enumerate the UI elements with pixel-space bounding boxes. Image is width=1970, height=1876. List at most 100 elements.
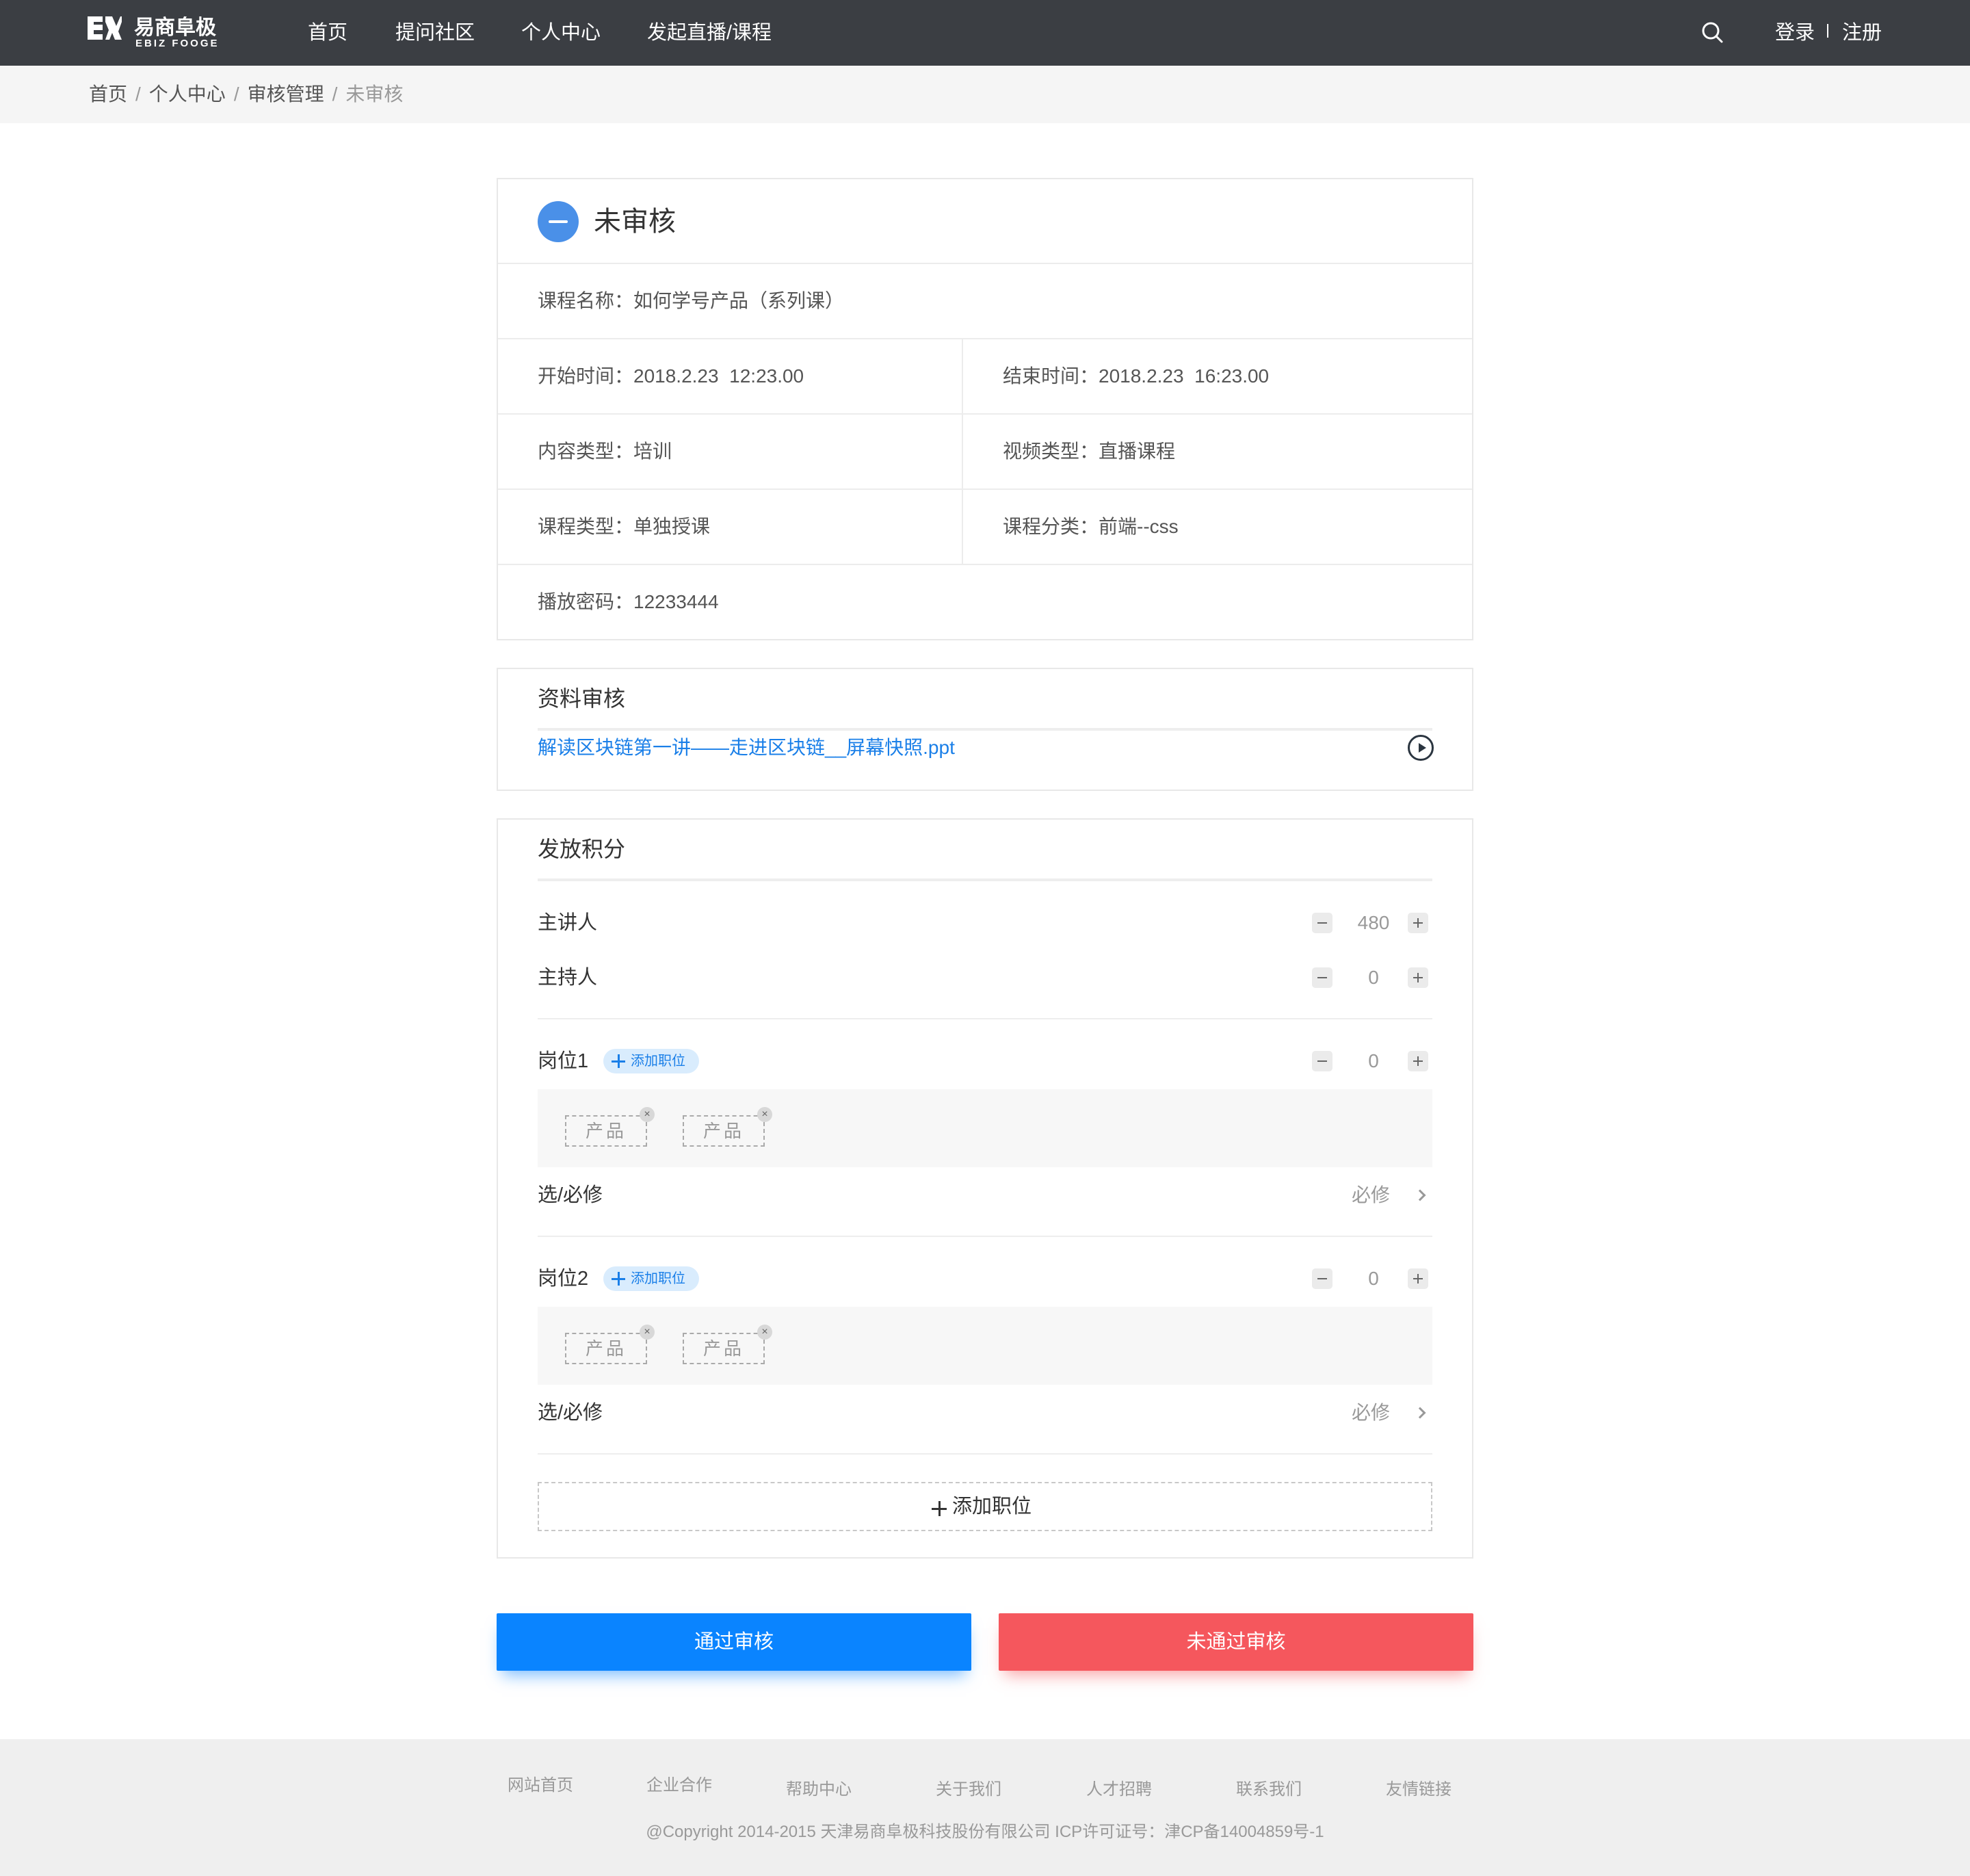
- start-time-field: 开始时间：2018.2.23 12:23.00: [538, 339, 804, 413]
- close-icon[interactable]: ×: [640, 1107, 655, 1122]
- brand-name-en: EBIZ FOOGE: [135, 38, 220, 49]
- section-divider: [538, 728, 1432, 731]
- course-name-label: 课程名称：: [538, 290, 634, 311]
- position-1-decrement-button[interactable]: [1312, 1051, 1332, 1071]
- section-divider: [538, 878, 1432, 881]
- add-position-button[interactable]: 添加职位: [538, 1482, 1432, 1531]
- position-2-required-select[interactable]: 必修: [1352, 1396, 1390, 1430]
- video-type-field: 视频类型：直播课程: [1003, 415, 1175, 488]
- speaker-increment-button[interactable]: [1408, 913, 1428, 933]
- brand-logo[interactable]: 易商阜极 EBIZ FOOGE: [88, 16, 231, 49]
- breadcrumb-bar: 首页 / 个人中心 / 审核管理 / 未审核: [0, 66, 1970, 123]
- close-icon[interactable]: ×: [757, 1325, 772, 1340]
- chevron-right-icon[interactable]: [1414, 1407, 1426, 1419]
- nav-personal-center[interactable]: 个人中心: [521, 0, 601, 66]
- minus-icon: [1317, 977, 1327, 978]
- position-2-points-value[interactable]: 0: [1346, 1268, 1401, 1289]
- plus-icon: [612, 1272, 625, 1286]
- status-title: 未审核: [594, 207, 676, 237]
- login-link[interactable]: 登录: [1775, 0, 1815, 66]
- info-row-password: 播放密码：12233444: [498, 565, 1472, 640]
- breadcrumb-review-management[interactable]: 审核管理: [248, 83, 324, 105]
- speaker-points-value[interactable]: 480: [1346, 913, 1401, 933]
- host-increment-button[interactable]: [1408, 967, 1428, 988]
- position-1-required-label: 选/必修: [538, 1184, 603, 1206]
- footer-link-contact[interactable]: 联系我们: [1236, 1776, 1302, 1803]
- minus-icon: [1317, 1060, 1327, 1062]
- footer-link-help[interactable]: 帮助中心: [786, 1776, 852, 1803]
- approve-button[interactable]: 通过审核: [497, 1613, 971, 1671]
- section-divider: [538, 1018, 1432, 1019]
- plus-icon: [932, 1501, 947, 1516]
- position-2-increment-button[interactable]: [1408, 1268, 1428, 1289]
- position-2-label: 岗位2: [538, 1268, 589, 1290]
- position-2-required-label: 选/必修: [538, 1402, 603, 1424]
- column-divider: [962, 415, 963, 488]
- position-1-points-value[interactable]: 0: [1346, 1051, 1401, 1071]
- end-time-label: 结束时间：: [1003, 365, 1099, 387]
- material-file-link[interactable]: 解读区块链第一讲——走进区块链__屏幕快照.ppt: [538, 732, 955, 764]
- column-divider: [962, 490, 963, 564]
- section-divider: [538, 1236, 1432, 1237]
- position-tag: 产品: [565, 1115, 647, 1147]
- close-icon[interactable]: ×: [640, 1325, 655, 1340]
- speaker-decrement-button[interactable]: [1312, 913, 1332, 933]
- position-1-increment-button[interactable]: [1408, 1051, 1428, 1071]
- position-2-add-tag-button[interactable]: 添加职位: [603, 1266, 699, 1291]
- play-password-label: 播放密码：: [538, 591, 634, 612]
- host-decrement-button[interactable]: [1312, 967, 1332, 988]
- plus-icon: [612, 1054, 625, 1068]
- points-title: 发放积分: [538, 837, 626, 861]
- position-1-tag-area: 产品 × 产品 ×: [538, 1089, 1432, 1167]
- minus-icon: [1317, 922, 1327, 924]
- minus-icon: [1317, 1278, 1327, 1279]
- course-info-card: 未审核 课程名称：如何学号产品（系列课） 开始时间：2018.2.23 12:2…: [497, 178, 1473, 640]
- breadcrumb-home[interactable]: 首页: [89, 83, 127, 105]
- section-divider: [538, 1453, 1432, 1455]
- position-1-add-tag-button[interactable]: 添加职位: [603, 1049, 699, 1073]
- content-type-value: 培训: [633, 441, 672, 462]
- column-divider: [962, 339, 963, 413]
- info-row-course-name: 课程名称：如何学号产品（系列课）: [498, 264, 1472, 339]
- required-value: 必修: [1352, 1184, 1391, 1206]
- material-review-title: 资料审核: [538, 686, 626, 711]
- copyright-text: @Copyright 2014-2015 天津易商阜极科技股份有限公司 ICP许…: [646, 1823, 1324, 1841]
- play-password-value: 12233444: [633, 591, 719, 612]
- course-category-value: 前端--css: [1099, 516, 1179, 537]
- position-2-decrement-button[interactable]: [1312, 1268, 1332, 1289]
- end-time-field: 结束时间：2018.2.23 16:23.00: [1003, 339, 1269, 413]
- footer-link-home[interactable]: 网站首页: [508, 1772, 573, 1799]
- course-type-label: 课程类型：: [538, 516, 634, 537]
- required-value: 必修: [1352, 1402, 1391, 1423]
- close-icon[interactable]: ×: [757, 1107, 772, 1122]
- auth-divider: [1827, 24, 1828, 38]
- register-link[interactable]: 注册: [1842, 0, 1882, 66]
- info-row-course-type: 课程类型：单独授课 课程分类：前端--css: [498, 490, 1472, 565]
- info-row-time: 开始时间：2018.2.23 12:23.00 结束时间：2018.2.23 1…: [498, 339, 1472, 415]
- host-points-value[interactable]: 0: [1346, 967, 1401, 988]
- position-tag: 产品: [565, 1333, 647, 1364]
- course-category-field: 课程分类：前端--css: [1003, 490, 1179, 564]
- footer-link-about[interactable]: 关于我们: [936, 1776, 1001, 1803]
- play-circle-icon[interactable]: [1408, 735, 1434, 761]
- course-name-value: 如何学号产品（系列课）: [633, 290, 845, 311]
- search-icon[interactable]: [1700, 21, 1725, 45]
- position-tag: 产品: [683, 1115, 765, 1147]
- course-type-field: 课程类型：单独授课: [538, 490, 710, 564]
- breadcrumb-personal-center[interactable]: 个人中心: [149, 83, 226, 105]
- course-type-value: 单独授课: [633, 516, 711, 537]
- footer-link-friends[interactable]: 友情链接: [1386, 1776, 1452, 1803]
- nav-home[interactable]: 首页: [308, 0, 347, 66]
- footer-link-cooperation[interactable]: 企业合作: [646, 1772, 712, 1799]
- position-2-tag-area: 产品 × 产品 ×: [538, 1307, 1432, 1385]
- breadcrumb-separator: /: [135, 83, 141, 105]
- footer-link-careers[interactable]: 人才招聘: [1086, 1776, 1152, 1803]
- position-1-required-select[interactable]: 必修: [1352, 1178, 1390, 1212]
- course-name-field: 课程名称：如何学号产品（系列课）: [538, 264, 844, 338]
- end-time-value: 2018.2.23 16:23.00: [1099, 365, 1270, 387]
- chevron-right-icon[interactable]: [1414, 1189, 1426, 1201]
- nav-launch-live-course[interactable]: 发起直播/课程: [647, 0, 772, 66]
- reject-button[interactable]: 未通过审核: [999, 1613, 1473, 1671]
- breadcrumb-separator: /: [233, 83, 239, 105]
- nav-community[interactable]: 提问社区: [395, 0, 475, 66]
